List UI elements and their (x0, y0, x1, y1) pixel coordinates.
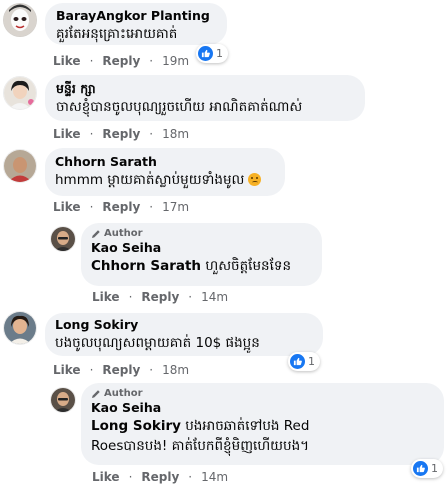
avatar[interactable] (3, 3, 37, 37)
like-icon (198, 46, 213, 61)
comment-text: គួរតែអនុគ្រោះអោយគាត់ (56, 26, 178, 42)
author-badge: Author (91, 228, 312, 239)
comment-text: Chhorn Sarath ហួសចិត្តមែនទែន (91, 258, 292, 274)
comment-text-line: Roesបានបង! គាត់បែកពីខ្ញុំមិញហើយបង។ (91, 438, 310, 454)
avatar[interactable] (3, 76, 37, 110)
comment-actions: Like · Reply · 14m (92, 470, 229, 484)
reply-button[interactable]: Reply (102, 200, 140, 214)
like-button[interactable]: Like (53, 363, 81, 377)
sad-face-icon (248, 173, 262, 186)
comment-text: បងចូលបុណ្យសពម្តាយគាត់ 10$ ផងប្អូន (55, 335, 260, 351)
comment-bubble: Long Sokiry បងចូលបុណ្យសពម្តាយគាត់ 10$ ផង… (45, 313, 323, 356)
comment-text: Long Sokiry បងអាចឆាត់ទៅបង Red (91, 418, 310, 434)
comment-author[interactable]: Long Sokiry (55, 317, 313, 333)
timestamp[interactable]: 17m (162, 200, 189, 214)
reply-button[interactable]: Reply (102, 54, 140, 68)
timestamp[interactable]: 14m (201, 470, 228, 484)
avatar[interactable] (50, 387, 76, 413)
comment-bubble: Chhorn Sarath hmmm ម្តាយគាត់ស្លាប់មួយទាំ… (45, 148, 285, 196)
like-button[interactable]: Like (53, 54, 81, 68)
comment-author[interactable]: Chhorn Sarath (55, 154, 275, 170)
comment-actions: Like · Reply · 19m (53, 54, 190, 68)
reply-bubble: Author Kao Seiha Chhorn Sarath ហួសចិត្តម… (81, 223, 322, 286)
author-badge: Author (91, 388, 434, 399)
reply-button[interactable]: Reply (141, 290, 179, 304)
like-icon (413, 461, 428, 476)
mention-link[interactable]: Chhorn Sarath (91, 258, 201, 274)
pencil-icon (92, 229, 100, 238)
timestamp[interactable]: 18m (162, 363, 189, 377)
reply-button[interactable]: Reply (102, 363, 140, 377)
comment-text: ចាសខ្ញុំបានចូលបុណ្យរួចហើយ អាណិតគាត់ណាស់ (56, 99, 303, 115)
like-button[interactable]: Like (53, 200, 81, 214)
comment-actions: Like · Reply · 18m (53, 363, 190, 377)
timestamp[interactable]: 14m (201, 290, 228, 304)
comment-actions: Like · Reply · 18m (53, 127, 190, 141)
comment-author[interactable]: Kao Seiha (91, 400, 434, 416)
comment-bubble: មន្ទីរ ក្សា ចាសខ្ញុំបានចូលបុណ្យរួចហើយ អា… (45, 75, 365, 121)
comment-bubble: BarayAngkor Planting គួរតែអនុគ្រោះអោយគាត… (45, 3, 227, 45)
like-button[interactable]: Like (92, 290, 120, 304)
reaction-count[interactable]: 1 (288, 352, 320, 371)
comment-text: hmmm ម្តាយគាត់ស្លាប់មួយទាំងមូល (55, 170, 275, 190)
reply-button[interactable]: Reply (141, 470, 179, 484)
like-icon (290, 354, 305, 369)
comment-author[interactable]: មន្ទីរ ក្សា (56, 81, 354, 97)
like-button[interactable]: Like (92, 470, 120, 484)
reaction-count[interactable]: 1 (196, 44, 228, 63)
timestamp[interactable]: 18m (162, 127, 189, 141)
comment-actions: Like · Reply · 14m (92, 290, 229, 304)
comment-actions: Like · Reply · 17m (53, 200, 190, 214)
reply-button[interactable]: Reply (102, 127, 140, 141)
mention-link[interactable]: Long Sokiry (91, 418, 181, 434)
avatar[interactable] (3, 311, 37, 345)
comment-author[interactable]: BarayAngkor Planting (56, 8, 216, 24)
pencil-icon (92, 389, 100, 398)
avatar[interactable] (50, 226, 76, 252)
avatar[interactable] (3, 149, 37, 183)
like-button[interactable]: Like (53, 127, 81, 141)
reply-bubble: Author Kao Seiha Long Sokiry បងអាចឆាត់ទៅ… (81, 383, 444, 465)
comment-author[interactable]: Kao Seiha (91, 240, 312, 256)
timestamp[interactable]: 19m (162, 54, 189, 68)
reaction-count[interactable]: 1 (411, 459, 443, 478)
